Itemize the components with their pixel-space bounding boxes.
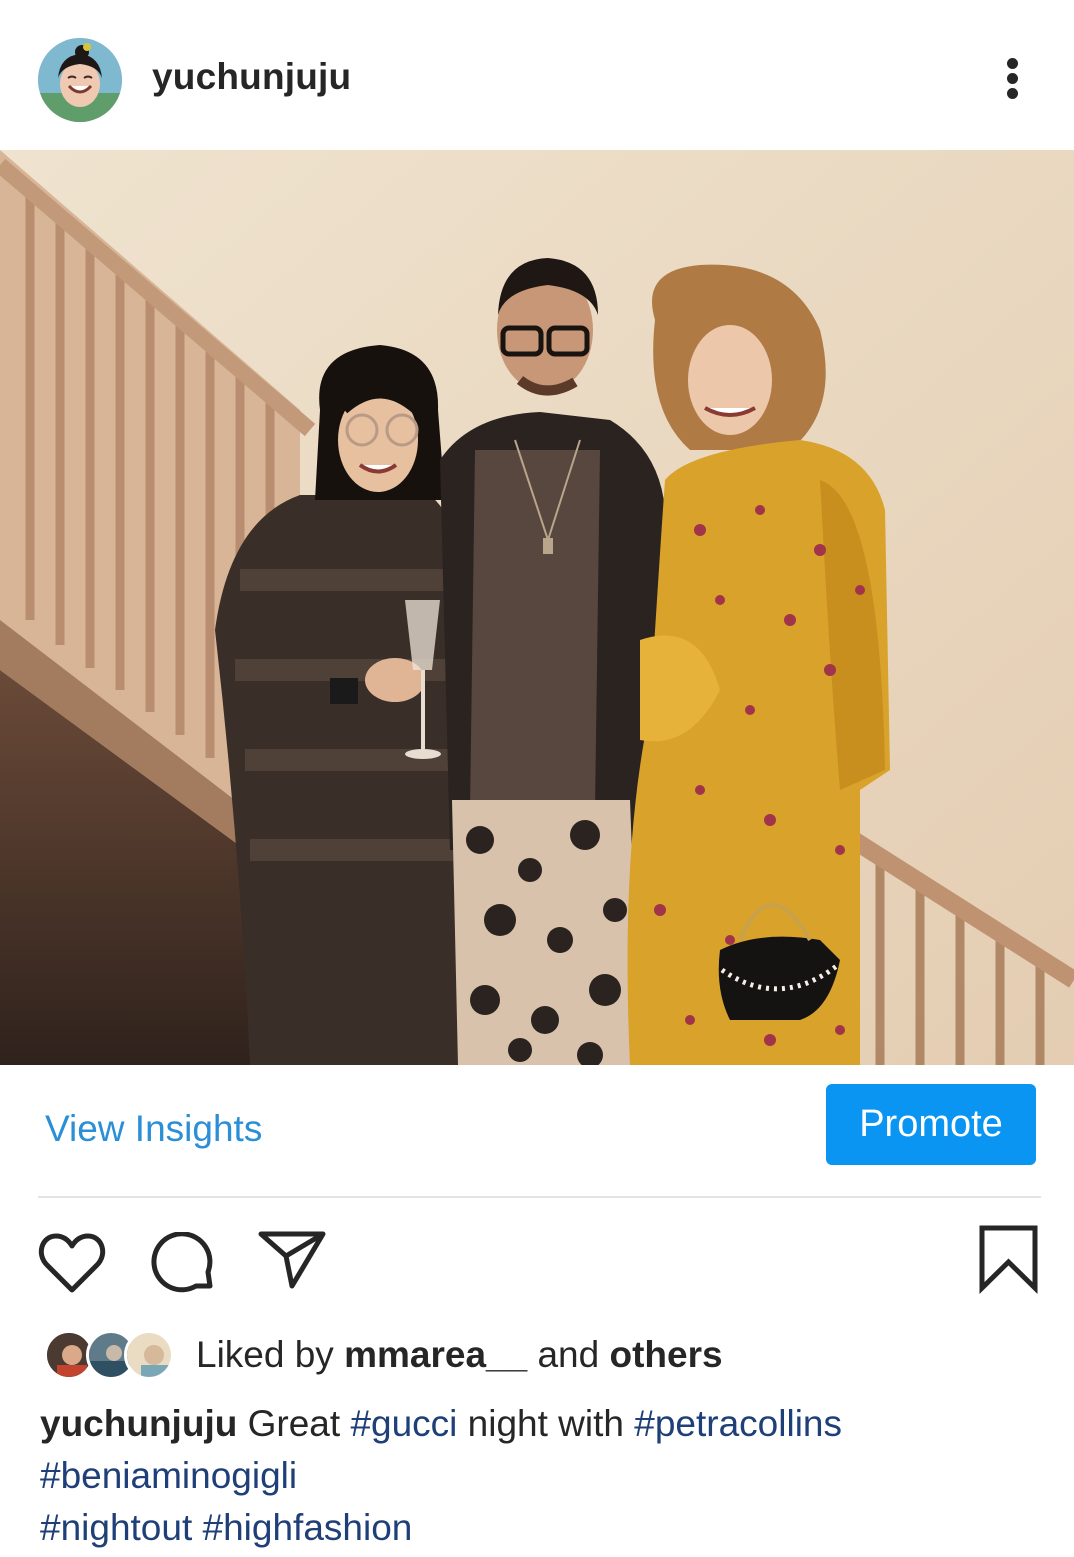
hashtag-link[interactable]: #highfashion [203,1507,413,1548]
likes-others[interactable]: others [609,1334,722,1375]
likes-prefix: Liked by [196,1334,334,1375]
comment-bubble-icon[interactable] [150,1232,216,1296]
hashtag-link[interactable]: #petracollins [634,1403,842,1444]
hashtag-link[interactable]: #nightout [40,1507,192,1548]
more-options-icon[interactable] [995,52,1031,104]
hashtag-link[interactable]: #beniaminogigli [40,1455,297,1496]
promote-button[interactable]: Promote [826,1084,1036,1165]
hashtag-link[interactable]: #gucci [350,1403,457,1444]
post-caption: yuchunjuju Great #gucci night with #petr… [40,1398,1040,1554]
header-username[interactable]: yuchunjuju [152,56,351,98]
caption-username[interactable]: yuchunjuju [40,1403,237,1444]
bookmark-icon[interactable] [978,1224,1040,1294]
post-photo[interactable] [0,150,1074,1065]
likes-middle: and [537,1334,600,1375]
liker-avatar[interactable] [124,1330,174,1380]
view-insights-link[interactable]: View Insights [45,1108,262,1150]
divider [38,1196,1041,1198]
caption-text: Great [247,1403,341,1444]
caption-text: night with [467,1403,624,1444]
paper-plane-icon[interactable] [258,1230,326,1290]
profile-avatar[interactable] [38,38,122,122]
heart-icon[interactable] [38,1232,106,1294]
post-header: yuchunjuju [0,0,1074,150]
liker-username[interactable]: mmarea__ [344,1334,527,1375]
likes-summary[interactable]: Liked by mmarea__ and others [196,1334,723,1376]
